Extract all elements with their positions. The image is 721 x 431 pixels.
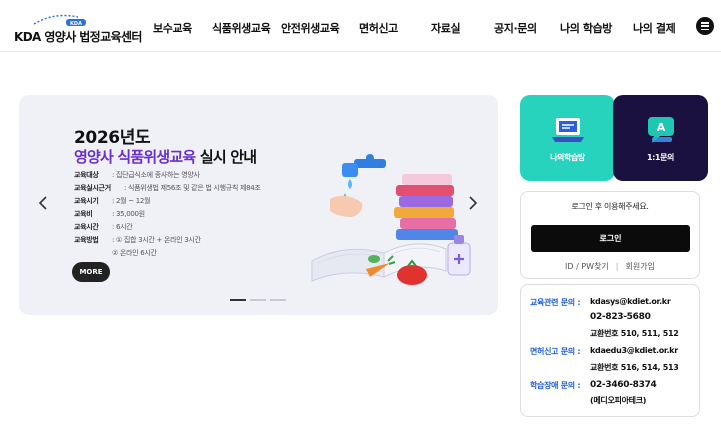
inquiry-label: 1:1문의 (646, 153, 675, 162)
prev-slide-arrow-icon[interactable] (36, 195, 50, 211)
nav-item-notice[interactable]: 공지·문의 (494, 20, 537, 36)
info-row: ② 온라인 6시간 (74, 248, 304, 261)
info-row: 교육실시근거 : 식품위생법 제56조 및 같은 법 시행규칙 제84조 (74, 183, 304, 196)
slide-dot[interactable] (230, 299, 246, 301)
my-study-card[interactable]: 나의학습방 (520, 95, 615, 181)
info-key: 교육대상 (74, 171, 99, 179)
info-row: 교육방법 : ① 집합 3시간 + 온라인 3시간 (74, 235, 304, 248)
contact-edu-email[interactable]: kdasys@kdiet.or.kr (590, 297, 671, 306)
contact-license-email[interactable]: kdaedu3@kdiet.or.kr (590, 346, 678, 355)
contact-license-ext: 교환번호 516, 514, 513 (590, 363, 679, 372)
info-row: 교육시기 : 2월 ~ 12월 (74, 196, 304, 209)
nav-item-license-report[interactable]: 면허신고 (359, 20, 398, 36)
chat-icon: A (648, 117, 674, 143)
login-panel: 로그인 후 이용해주세요. 로그인 ID / PW찾기 | 회원가입 (520, 191, 700, 279)
nav-item-archive[interactable]: 자료실 (431, 20, 461, 36)
nav-item-my-study[interactable]: 나의 학습방 (560, 20, 612, 36)
contact-error-label: 학습장애 문의 : (530, 381, 581, 390)
info-value: : 6시간 (112, 223, 133, 231)
info-key: 교육시간 (74, 223, 99, 231)
join-link[interactable]: 회원가입 (626, 262, 655, 271)
inquiry-card[interactable]: A 1:1문의 (613, 95, 708, 181)
hamburger-menu-icon[interactable] (696, 17, 714, 35)
banner-illustration (311, 154, 471, 285)
my-study-label: 나의학습방 (550, 153, 585, 162)
banner-title: 영양사 식품위생교육 실시 안내 (74, 146, 257, 167)
info-key: 교육비 (74, 210, 93, 218)
login-message: 로그인 후 이용해주세요. (571, 202, 649, 211)
banner-year: 2026년도 (74, 128, 151, 148)
contact-edu-ext: 교환번호 510, 511, 512 (590, 329, 679, 338)
banner-info-list: 교육대상 : 집단급식소에 종사하는 영양사 교육실시근거 : 식품위생법 제56조… (74, 170, 304, 261)
nav-item-safety-hygiene[interactable]: 안전위생교육 (281, 20, 340, 36)
contact-edu-phone: 02-823-5680 (590, 312, 651, 322)
info-value: : ① 집합 3시간 + 온라인 3시간 (112, 236, 201, 244)
link-separator: | (615, 262, 619, 271)
login-button[interactable]: 로그인 (531, 225, 690, 252)
logo-text: KDA 영양사 법정교육센터 (14, 30, 142, 44)
slide-dot[interactable] (270, 299, 286, 301)
main-banner: 2026년도 영양사 식품위생교육 실시 안내 교육대상 : 집단급식소에 종사하… (19, 95, 498, 315)
info-row: 교육시간 : 6시간 (74, 222, 304, 235)
info-key: 교육실시근거 (74, 184, 111, 192)
info-key: 교육시기 (74, 197, 99, 205)
contact-panel: 교육관련 문의 : kdasys@kdiet.or.kr 02-823-5680… (520, 284, 700, 417)
nav-item-my-payment[interactable]: 나의 결제 (633, 20, 676, 36)
laptop-icon (552, 118, 584, 142)
contact-license-label: 면허신고 문의 : (530, 347, 581, 356)
site-header: KDA KDA 영양사 법정교육센터 보수교육 식품위생교육 안전위생교육 면허… (0, 0, 721, 52)
info-key: 교육방법 (74, 236, 99, 244)
info-value: : 2월 ~ 12월 (112, 197, 151, 205)
info-value: : 집단급식소에 종사하는 영양사 (112, 171, 200, 179)
find-id-pw-link[interactable]: ID / PW찾기 (565, 262, 609, 271)
banner-title-highlight: 영양사 식품위생교육 (74, 148, 196, 166)
banner-title-rest: 실시 안내 (195, 148, 257, 166)
login-links: ID / PW찾기 | 회원가입 (521, 261, 699, 272)
contact-error-company: (메디오피아테크) (590, 396, 647, 405)
logo-badge-text: KDA (70, 21, 82, 27)
nav-item-food-hygiene[interactable]: 식품위생교육 (212, 20, 271, 36)
more-button[interactable]: MORE (72, 262, 110, 282)
slide-dot[interactable] (250, 299, 266, 301)
site-logo[interactable]: KDA KDA 영양사 법정교육센터 (14, 8, 164, 44)
info-value: : 식품위생법 제56조 및 같은 법 시행규칙 제84조 (124, 184, 261, 192)
info-value: : 35,000원 (112, 210, 145, 218)
contact-edu-label: 교육관련 문의 : (530, 298, 581, 307)
info-row: 교육비 : 35,000원 (74, 209, 304, 222)
logo-swoosh-icon: KDA (33, 14, 86, 27)
info-row: 교육대상 : 집단급식소에 종사하는 영양사 (74, 170, 304, 183)
contact-error-phone: 02-3460-8374 (590, 380, 657, 390)
svg-text:A: A (657, 121, 666, 134)
info-value: ② 온라인 6시간 (112, 249, 157, 257)
slide-indicator (230, 298, 290, 302)
nav-item-remedial[interactable]: 보수교육 (153, 20, 192, 36)
